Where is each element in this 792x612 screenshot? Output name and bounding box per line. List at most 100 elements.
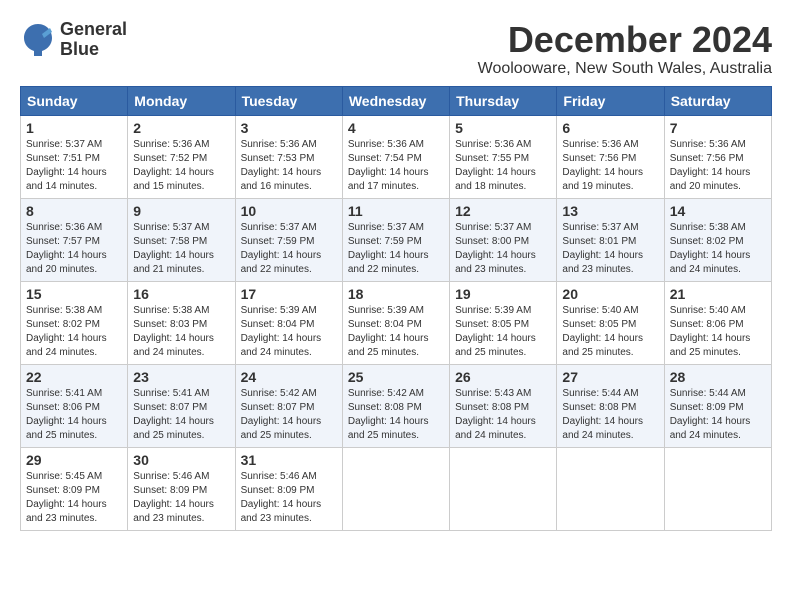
- day-number: 9: [133, 203, 229, 219]
- day-number: 31: [241, 452, 337, 468]
- day-number: 3: [241, 120, 337, 136]
- weekday-header-row: Sunday Monday Tuesday Wednesday Thursday…: [21, 86, 772, 115]
- day-info: Sunrise: 5:45 AM Sunset: 8:09 PM Dayligh…: [26, 470, 122, 526]
- calendar-cell: 6 Sunrise: 5:36 AM Sunset: 7:56 PM Daylig…: [557, 115, 664, 198]
- day-number: 22: [26, 369, 122, 385]
- logo-icon: [20, 22, 56, 58]
- day-info: Sunrise: 5:38 AM Sunset: 8:02 PM Dayligh…: [26, 304, 122, 360]
- header-thursday: Thursday: [450, 86, 557, 115]
- location-title: Woolooware, New South Wales, Australia: [478, 60, 772, 78]
- calendar-week-3: 15Sunrise: 5:38 AM Sunset: 8:02 PM Dayli…: [21, 281, 772, 364]
- day-number: 26: [455, 369, 551, 385]
- calendar-cell: 22 Sunrise: 5:41 AM Sunset: 8:06 PM Dayli…: [21, 364, 128, 447]
- calendar-cell: 3 Sunrise: 5:36 AM Sunset: 7:53 PM Daylig…: [235, 115, 342, 198]
- calendar-cell: 16Sunrise: 5:38 AM Sunset: 8:03 PM Dayli…: [128, 281, 235, 364]
- day-info: Sunrise: 5:38 AM Sunset: 8:03 PM Dayligh…: [133, 304, 229, 360]
- calendar-cell: 11 Sunrise: 5:37 AM Sunset: 7:59 PM Dayli…: [342, 198, 449, 281]
- day-info: Sunrise: 5:36 AM Sunset: 7:56 PM Dayligh…: [562, 138, 658, 194]
- day-number: 4: [348, 120, 444, 136]
- calendar-cell: [450, 447, 557, 530]
- day-info: Sunrise: 5:36 AM Sunset: 7:53 PM Dayligh…: [241, 138, 337, 194]
- calendar-cell: 21 Sunrise: 5:40 AM Sunset: 8:06 PM Dayli…: [664, 281, 771, 364]
- calendar-cell: 5Sunrise: 5:36 AM Sunset: 7:55 PM Daylig…: [450, 115, 557, 198]
- day-number: 19: [455, 286, 551, 302]
- day-number: 25: [348, 369, 444, 385]
- header: General Blue December 2024 Woolooware, N…: [20, 20, 772, 78]
- calendar-cell: [664, 447, 771, 530]
- day-number: 7: [670, 120, 766, 136]
- day-info: Sunrise: 5:43 AM Sunset: 8:08 PM Dayligh…: [455, 387, 551, 443]
- calendar-cell: 8 Sunrise: 5:36 AM Sunset: 7:57 PM Daylig…: [21, 198, 128, 281]
- calendar-week-4: 22 Sunrise: 5:41 AM Sunset: 8:06 PM Dayli…: [21, 364, 772, 447]
- calendar-cell: 1Sunrise: 5:37 AM Sunset: 7:51 PM Daylig…: [21, 115, 128, 198]
- calendar-cell: 27Sunrise: 5:44 AM Sunset: 8:08 PM Dayli…: [557, 364, 664, 447]
- header-wednesday: Wednesday: [342, 86, 449, 115]
- day-number: 20: [562, 286, 658, 302]
- header-sunday: Sunday: [21, 86, 128, 115]
- day-info: Sunrise: 5:37 AM Sunset: 8:00 PM Dayligh…: [455, 221, 551, 277]
- day-info: Sunrise: 5:40 AM Sunset: 8:06 PM Dayligh…: [670, 304, 766, 360]
- day-info: Sunrise: 5:39 AM Sunset: 8:04 PM Dayligh…: [348, 304, 444, 360]
- day-info: Sunrise: 5:42 AM Sunset: 8:08 PM Dayligh…: [348, 387, 444, 443]
- day-number: 27: [562, 369, 658, 385]
- month-title: December 2024: [478, 20, 772, 60]
- calendar-cell: [557, 447, 664, 530]
- calendar-table: Sunday Monday Tuesday Wednesday Thursday…: [20, 86, 772, 531]
- day-info: Sunrise: 5:36 AM Sunset: 7:52 PM Dayligh…: [133, 138, 229, 194]
- logo: General Blue: [20, 20, 127, 60]
- day-info: Sunrise: 5:42 AM Sunset: 8:07 PM Dayligh…: [241, 387, 337, 443]
- day-info: Sunrise: 5:38 AM Sunset: 8:02 PM Dayligh…: [670, 221, 766, 277]
- day-info: Sunrise: 5:37 AM Sunset: 7:59 PM Dayligh…: [241, 221, 337, 277]
- calendar-cell: 28 Sunrise: 5:44 AM Sunset: 8:09 PM Dayli…: [664, 364, 771, 447]
- calendar-cell: 24 Sunrise: 5:42 AM Sunset: 8:07 PM Dayli…: [235, 364, 342, 447]
- day-number: 12: [455, 203, 551, 219]
- day-info: Sunrise: 5:40 AM Sunset: 8:05 PM Dayligh…: [562, 304, 658, 360]
- calendar-cell: 13Sunrise: 5:37 AM Sunset: 8:01 PM Dayli…: [557, 198, 664, 281]
- day-info: Sunrise: 5:39 AM Sunset: 8:04 PM Dayligh…: [241, 304, 337, 360]
- day-number: 28: [670, 369, 766, 385]
- day-info: Sunrise: 5:37 AM Sunset: 7:51 PM Dayligh…: [26, 138, 122, 194]
- day-info: Sunrise: 5:41 AM Sunset: 8:06 PM Dayligh…: [26, 387, 122, 443]
- calendar-cell: 17 Sunrise: 5:39 AM Sunset: 8:04 PM Dayli…: [235, 281, 342, 364]
- calendar-cell: 15Sunrise: 5:38 AM Sunset: 8:02 PM Dayli…: [21, 281, 128, 364]
- day-info: Sunrise: 5:37 AM Sunset: 7:59 PM Dayligh…: [348, 221, 444, 277]
- day-number: 8: [26, 203, 122, 219]
- logo-line1: General: [60, 20, 127, 40]
- calendar-cell: 26 Sunrise: 5:43 AM Sunset: 8:08 PM Dayli…: [450, 364, 557, 447]
- day-number: 18: [348, 286, 444, 302]
- day-number: 6: [562, 120, 658, 136]
- header-monday: Monday: [128, 86, 235, 115]
- calendar-cell: 12 Sunrise: 5:37 AM Sunset: 8:00 PM Dayli…: [450, 198, 557, 281]
- calendar-cell: 4 Sunrise: 5:36 AM Sunset: 7:54 PM Daylig…: [342, 115, 449, 198]
- day-number: 2: [133, 120, 229, 136]
- calendar-cell: 10Sunrise: 5:37 AM Sunset: 7:59 PM Dayli…: [235, 198, 342, 281]
- calendar-cell: 31 Sunrise: 5:46 AM Sunset: 8:09 PM Dayli…: [235, 447, 342, 530]
- calendar-cell: 2 Sunrise: 5:36 AM Sunset: 7:52 PM Daylig…: [128, 115, 235, 198]
- calendar-week-5: 29Sunrise: 5:45 AM Sunset: 8:09 PM Dayli…: [21, 447, 772, 530]
- day-info: Sunrise: 5:44 AM Sunset: 8:09 PM Dayligh…: [670, 387, 766, 443]
- day-number: 11: [348, 203, 444, 219]
- day-number: 24: [241, 369, 337, 385]
- header-friday: Friday: [557, 86, 664, 115]
- day-info: Sunrise: 5:37 AM Sunset: 7:58 PM Dayligh…: [133, 221, 229, 277]
- day-info: Sunrise: 5:36 AM Sunset: 7:54 PM Dayligh…: [348, 138, 444, 194]
- calendar-cell: 29Sunrise: 5:45 AM Sunset: 8:09 PM Dayli…: [21, 447, 128, 530]
- day-info: Sunrise: 5:41 AM Sunset: 8:07 PM Dayligh…: [133, 387, 229, 443]
- calendar-cell: [342, 447, 449, 530]
- title-block: December 2024 Woolooware, New South Wale…: [478, 20, 772, 78]
- day-number: 23: [133, 369, 229, 385]
- day-number: 17: [241, 286, 337, 302]
- day-number: 21: [670, 286, 766, 302]
- header-saturday: Saturday: [664, 86, 771, 115]
- day-number: 14: [670, 203, 766, 219]
- logo-text: General Blue: [60, 20, 127, 60]
- day-info: Sunrise: 5:46 AM Sunset: 8:09 PM Dayligh…: [241, 470, 337, 526]
- calendar-cell: 18 Sunrise: 5:39 AM Sunset: 8:04 PM Dayli…: [342, 281, 449, 364]
- calendar-week-1: 1Sunrise: 5:37 AM Sunset: 7:51 PM Daylig…: [21, 115, 772, 198]
- calendar-cell: 7Sunrise: 5:36 AM Sunset: 7:56 PM Daylig…: [664, 115, 771, 198]
- calendar-cell: 30Sunrise: 5:46 AM Sunset: 8:09 PM Dayli…: [128, 447, 235, 530]
- day-info: Sunrise: 5:36 AM Sunset: 7:57 PM Dayligh…: [26, 221, 122, 277]
- logo-line2: Blue: [60, 40, 127, 60]
- calendar-cell: 25 Sunrise: 5:42 AM Sunset: 8:08 PM Dayli…: [342, 364, 449, 447]
- day-info: Sunrise: 5:46 AM Sunset: 8:09 PM Dayligh…: [133, 470, 229, 526]
